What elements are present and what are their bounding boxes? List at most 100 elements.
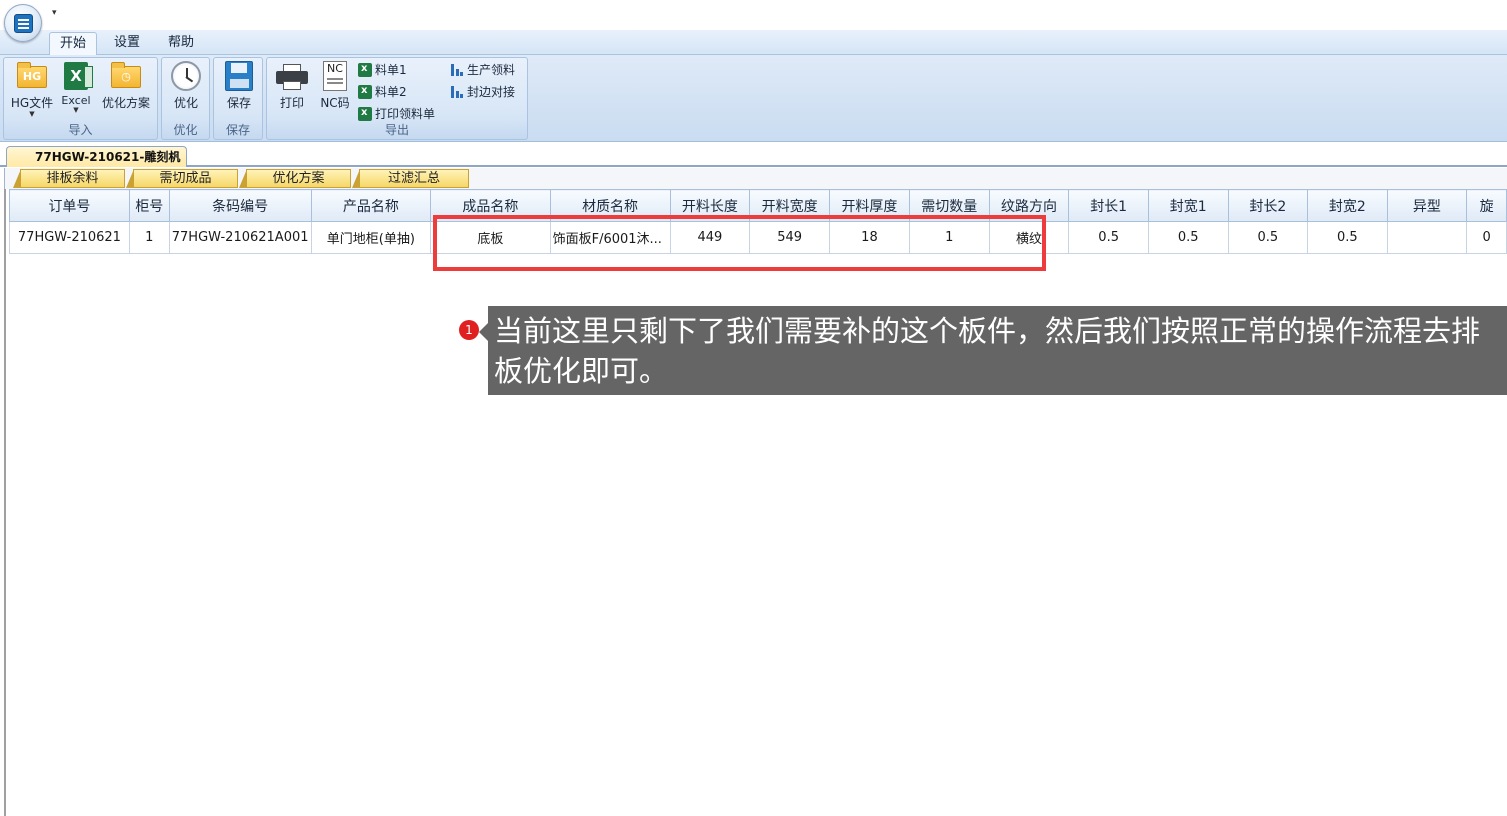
table-cell[interactable]: 横纹 xyxy=(988,221,1070,254)
chevron-down-icon: ▼ xyxy=(29,110,35,118)
column-header[interactable]: 旋 xyxy=(1466,189,1507,222)
edge-joint-label: 封边对接 xyxy=(467,85,516,99)
table-cell[interactable]: 18 xyxy=(829,221,910,254)
column-header[interactable]: 封长2 xyxy=(1227,189,1309,222)
parts-grid-area: 订单号 柜号 条码编号 产品名称 成品名称 材质名称 开料长度 开料宽度 开料厚… xyxy=(4,189,1507,816)
export-group-label: 导出 xyxy=(384,123,409,137)
table-cell[interactable]: 449 xyxy=(669,221,751,254)
bom2-button[interactable]: 料单2 xyxy=(358,82,407,101)
print-button[interactable]: 打印 xyxy=(275,60,309,111)
clock-icon xyxy=(170,60,202,92)
save-label: 保存 xyxy=(226,96,251,110)
optimize-label: 优化 xyxy=(173,96,198,110)
column-header[interactable]: 材质名称 xyxy=(549,189,671,222)
table-cell[interactable]: 单门地柜(单抽) xyxy=(310,221,432,254)
ribbon-tab-strip: 开始 设置 帮助 xyxy=(0,30,1507,55)
column-header[interactable]: 条码编号 xyxy=(168,189,312,222)
table-cell[interactable]: 1 xyxy=(908,221,990,254)
parts-table: 订单号 柜号 条码编号 产品名称 成品名称 材质名称 开料长度 开料宽度 开料厚… xyxy=(9,189,1507,254)
table-row[interactable]: 77HGW-210621 1 77HGW-210621A001 单门地柜(单抽)… xyxy=(9,221,1507,254)
column-header[interactable]: 需切数量 xyxy=(908,189,990,222)
excel-button[interactable]: X Excel ▼ xyxy=(58,60,94,114)
excel-small-icon xyxy=(358,82,372,100)
edge-joint-button[interactable]: 封边对接 xyxy=(450,83,515,101)
document-tab[interactable]: 77HGW-210621-雕刻机 × xyxy=(6,146,187,167)
optimize-button[interactable]: 优化 xyxy=(170,60,202,111)
excel-small-icon xyxy=(358,104,372,122)
column-header[interactable]: 开料厚度 xyxy=(829,189,910,222)
close-icon[interactable]: × xyxy=(170,147,181,167)
save-button[interactable]: 保存 xyxy=(223,60,255,111)
column-header[interactable]: 柜号 xyxy=(128,189,170,222)
title-bar: ▾ xyxy=(0,0,1507,42)
nc-code-button[interactable]: NC NC码 xyxy=(317,60,353,111)
column-header[interactable]: 开料宽度 xyxy=(749,189,831,222)
tab-optimization-plan[interactable]: 优化方案 xyxy=(239,169,351,188)
column-header[interactable]: 异型 xyxy=(1386,189,1468,222)
export-group: 打印 NC NC码 料单1 料单2 打印领料单 生产领料 封边对接 导出 xyxy=(266,57,528,140)
table-cell[interactable]: 77HGW-210621A001 xyxy=(168,221,312,254)
print-label: 打印 xyxy=(279,96,304,110)
table-cell[interactable]: 0.5 xyxy=(1307,221,1388,254)
nc-file-icon: NC xyxy=(319,60,351,92)
column-header[interactable]: 封宽1 xyxy=(1147,189,1229,222)
column-header[interactable]: 订单号 xyxy=(9,189,130,222)
optimization-plan-button[interactable]: ◷ 优化方案 xyxy=(98,60,154,111)
table-cell[interactable]: 0.5 xyxy=(1147,221,1229,254)
bar-chart-icon xyxy=(450,63,464,77)
optimize-group-label: 优化 xyxy=(173,123,198,137)
tab-layout-remnant[interactable]: 排板余料 xyxy=(13,169,125,188)
app-logo-icon xyxy=(14,14,33,33)
column-header[interactable]: 产品名称 xyxy=(310,189,432,222)
table-cell[interactable]: 0 xyxy=(1466,221,1507,254)
excel-small-icon xyxy=(358,60,372,78)
annotation-text: 当前这里只剩下了我们需要补的这个板件，然后我们按照正常的操作流程去排板优化即可。 xyxy=(494,314,1481,388)
save-group-label: 保存 xyxy=(225,123,250,137)
floppy-disk-icon xyxy=(223,60,255,92)
column-header[interactable]: 开料长度 xyxy=(669,189,751,222)
print-picking-list-label: 打印领料单 xyxy=(375,107,436,121)
table-cell[interactable] xyxy=(1386,221,1468,254)
column-header[interactable]: 成品名称 xyxy=(430,189,551,222)
print-picking-list-button[interactable]: 打印领料单 xyxy=(358,104,436,123)
bar-chart-icon xyxy=(450,85,464,99)
hg-file-label: HG文件 xyxy=(10,96,54,110)
optimization-plan-label: 优化方案 xyxy=(101,96,150,110)
tab-help[interactable]: 帮助 xyxy=(158,32,204,55)
hg-folder-icon: HG xyxy=(16,60,48,92)
production-picking-label: 生产领料 xyxy=(467,63,516,77)
optimize-group: 优化 优化 xyxy=(161,57,210,140)
column-header[interactable]: 纹路方向 xyxy=(988,189,1070,222)
excel-icon: X xyxy=(60,60,93,92)
table-cell[interactable]: 1 xyxy=(128,221,170,254)
document-tab-title: 77HGW-210621-雕刻机 xyxy=(35,150,181,164)
column-header[interactable]: 封宽2 xyxy=(1307,189,1388,222)
tab-home[interactable]: 开始 xyxy=(49,32,98,55)
table-cell[interactable]: 饰面板F/6001沐... xyxy=(549,221,671,254)
bom1-button[interactable]: 料单1 xyxy=(358,60,407,79)
save-group: 保存 保存 xyxy=(213,57,263,140)
table-cell[interactable]: 底板 xyxy=(430,221,551,254)
step-badge: 1 xyxy=(459,320,479,340)
ribbon: HG HG文件 ▼ X Excel ▼ ◷ 优化方案 导入 优化 优化 保存 保… xyxy=(0,55,1507,142)
app-menu-button[interactable] xyxy=(4,4,42,42)
tab-settings[interactable]: 设置 xyxy=(104,32,150,55)
tab-parts-to-cut[interactable]: 需切成品 xyxy=(126,169,238,188)
import-group-label: 导入 xyxy=(68,123,93,137)
printer-icon xyxy=(276,60,308,92)
tab-filter-summary[interactable]: 过滤汇总 xyxy=(352,169,469,188)
sub-tab-strip: 排板余料 需切成品 优化方案 过滤汇总 xyxy=(4,168,1507,189)
table-cell[interactable]: 549 xyxy=(749,221,831,254)
quick-access-dropdown-icon[interactable]: ▾ xyxy=(52,8,57,18)
bom2-label: 料单2 xyxy=(375,85,407,99)
table-cell[interactable]: 0.5 xyxy=(1227,221,1309,254)
import-group: HG HG文件 ▼ X Excel ▼ ◷ 优化方案 导入 xyxy=(3,57,158,140)
column-header[interactable]: 封长1 xyxy=(1068,189,1149,222)
production-picking-button[interactable]: 生产领料 xyxy=(450,61,515,79)
nc-code-label: NC码 xyxy=(320,96,350,110)
clock-folder-icon: ◷ xyxy=(110,60,142,92)
table-cell[interactable]: 0.5 xyxy=(1068,221,1149,254)
table-cell[interactable]: 77HGW-210621 xyxy=(9,221,130,254)
table-header-row: 订单号 柜号 条码编号 产品名称 成品名称 材质名称 开料长度 开料宽度 开料厚… xyxy=(9,189,1507,222)
hg-file-button[interactable]: HG HG文件 ▼ xyxy=(8,60,56,118)
